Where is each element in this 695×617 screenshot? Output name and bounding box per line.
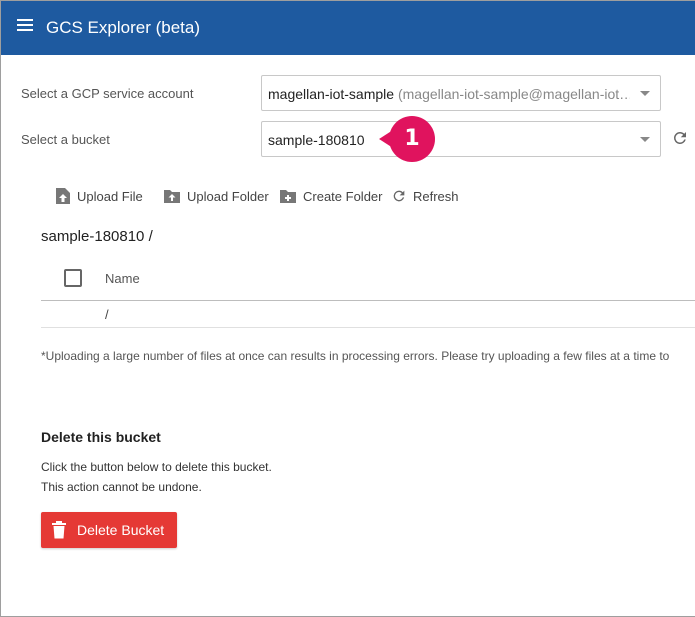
delete-bucket-button[interactable]: Delete Bucket [41, 512, 177, 548]
refresh-icon[interactable] [671, 129, 689, 147]
menu-icon[interactable] [17, 19, 33, 33]
bucket-select[interactable]: sample-180810 [261, 121, 661, 157]
delete-description-1: Click the button below to delete this bu… [41, 460, 272, 474]
refresh-button[interactable]: Refresh [391, 185, 459, 207]
chevron-down-icon [640, 91, 650, 96]
service-account-select[interactable]: magellan-iot-sample (magellan-iot-sample… [261, 75, 661, 111]
bucket-value: sample-180810 [268, 132, 365, 148]
refresh-icon [393, 190, 405, 202]
bucket-label: Select a bucket [21, 132, 110, 147]
upload-file-label: Upload File [77, 188, 143, 204]
service-account-label: Select a GCP service account [21, 86, 194, 101]
trash-icon [52, 521, 66, 539]
upload-note: *Uploading a large number of files at on… [41, 349, 670, 363]
table-divider [41, 300, 695, 301]
delete-section-title: Delete this bucket [41, 429, 161, 445]
table-row[interactable]: / [105, 307, 109, 322]
upload-folder-icon [164, 190, 180, 203]
app-bar: GCS Explorer (beta) [1, 1, 695, 55]
upload-folder-button[interactable]: Upload Folder [163, 185, 269, 207]
delete-bucket-label: Delete Bucket [77, 522, 165, 538]
app-title: GCS Explorer (beta) [46, 18, 200, 37]
service-account-value: magellan-iot-sample [268, 86, 395, 102]
select-all-checkbox[interactable] [64, 269, 82, 287]
create-folder-label: Create Folder [303, 188, 383, 204]
delete-description-2: This action cannot be undone. [41, 480, 202, 494]
column-header-name[interactable]: Name [105, 271, 140, 286]
step-number: 1 [389, 116, 435, 162]
upload-file-icon [56, 188, 70, 204]
chevron-down-icon [640, 137, 650, 142]
upload-folder-label: Upload Folder [187, 188, 269, 204]
upload-file-button[interactable]: Upload File [55, 185, 143, 207]
app-window: GCS Explorer (beta) Select a GCP service… [0, 0, 695, 617]
create-folder-button[interactable]: Create Folder [279, 185, 382, 207]
service-account-detail: (magellan-iot-sample@magellan-iot… [394, 86, 630, 102]
refresh-label: Refresh [413, 188, 459, 204]
create-folder-icon [280, 190, 296, 203]
step-annotation: 1 [379, 115, 439, 163]
breadcrumb: sample-180810 / [41, 228, 153, 245]
table-divider [41, 327, 695, 328]
